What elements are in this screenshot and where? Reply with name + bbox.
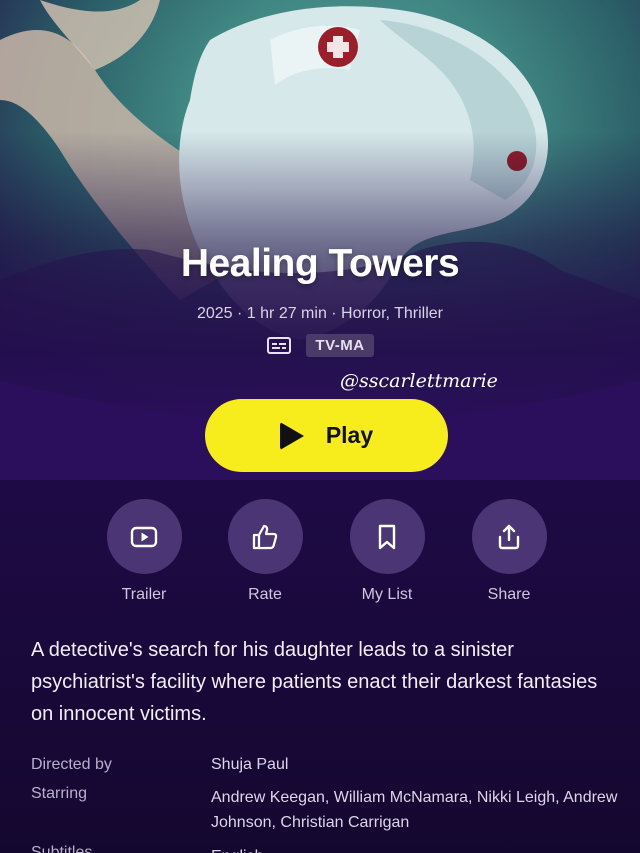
detail-key: Directed by (31, 756, 112, 773)
detail-value: English (211, 844, 621, 853)
detail-row-starring: Starring Andrew Keegan, William McNamara… (31, 785, 631, 835)
detail-value: Shuja Paul (211, 756, 289, 773)
my-list-button[interactable]: My List (332, 499, 442, 604)
rate-button[interactable]: Rate (210, 499, 320, 604)
watermark-handle: @sscarlettmarie (340, 370, 498, 392)
play-square-icon (130, 526, 158, 547)
trailer-button[interactable]: Trailer (89, 499, 199, 604)
share-button[interactable]: Share (454, 499, 564, 604)
share-label: Share (487, 586, 531, 603)
action-buttons-row: Trailer Rate My List Share (0, 499, 640, 609)
play-button[interactable]: Play (205, 399, 448, 472)
metadata-line: 2025 · 1 hr 27 min · Horror, Thriller (196, 305, 443, 322)
play-icon (279, 421, 304, 450)
title-detail-page: Healing Towers 2025 · 1 hr 27 min · Horr… (0, 0, 640, 853)
trailer-label: Trailer (121, 586, 167, 603)
badges-row: TV-MA (0, 334, 640, 357)
share-icon (498, 524, 520, 549)
content-rating-badge: TV-MA (306, 334, 374, 357)
detail-key: Starring (31, 785, 88, 802)
thumbs-up-icon (252, 524, 278, 549)
bookmark-icon (378, 524, 396, 549)
page-title: Healing Towers (180, 242, 460, 285)
description: A detective's search for his daughter le… (31, 639, 598, 725)
credits-details: Directed by Shuja Paul Starring Andrew K… (31, 753, 631, 853)
detail-row-director: Directed by Shuja Paul (31, 753, 631, 776)
play-button-label: Play (325, 422, 374, 448)
detail-value: Andrew Keegan, William McNamara, Nikki L… (211, 789, 618, 831)
detail-key: Subtitles (31, 844, 93, 853)
rate-label: Rate (248, 586, 282, 603)
detail-row-subtitles: Subtitles English (31, 844, 631, 853)
subtitles-icon (266, 335, 292, 357)
my-list-label: My List (361, 586, 413, 603)
